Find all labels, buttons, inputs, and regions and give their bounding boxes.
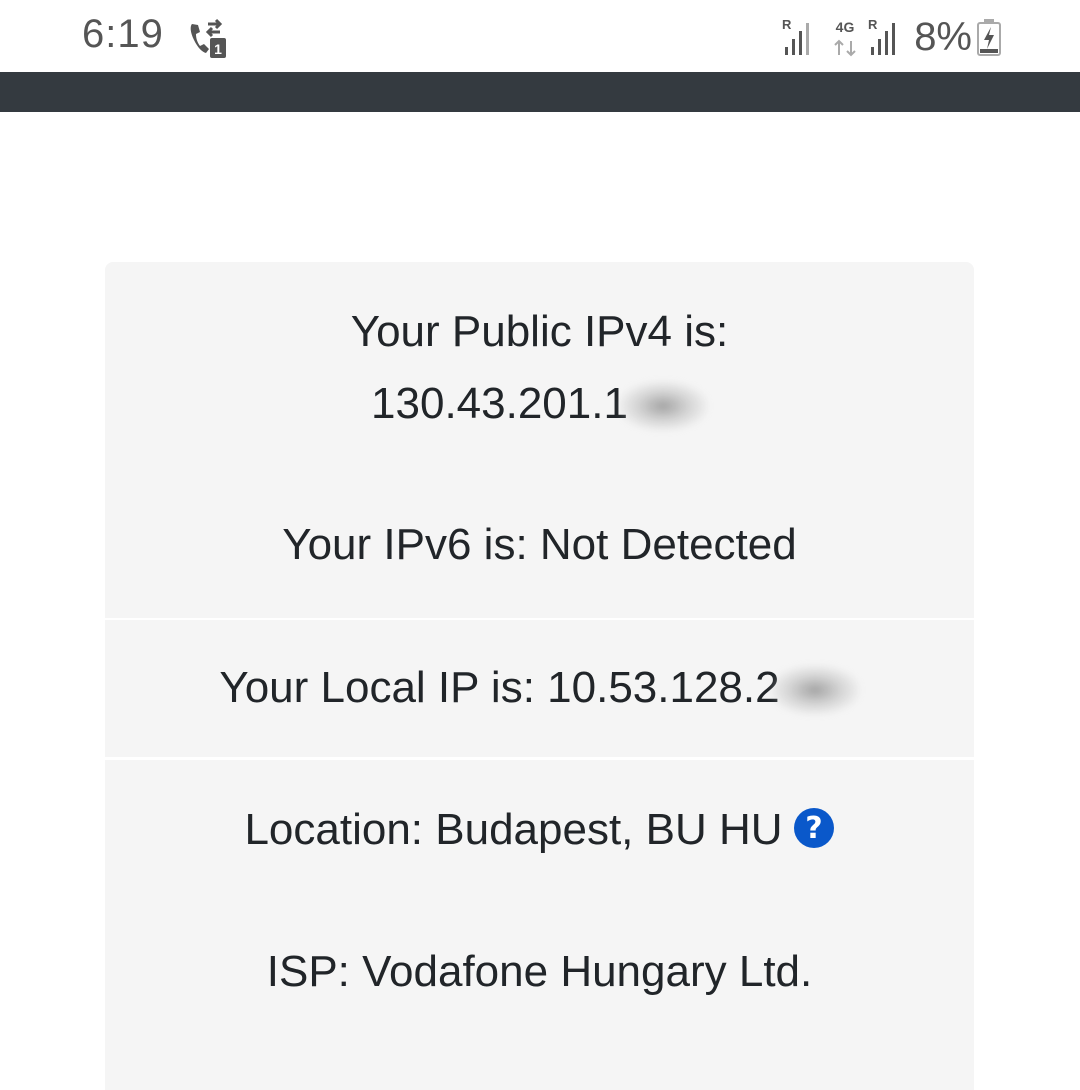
svg-text:4G: 4G [836,19,855,35]
status-icons: R 4G R 8% [776,14,1002,60]
ipv4-row: 130.43.201.1 [105,368,974,440]
ip-info-card: Your Public IPv4 is: 130.43.201.1 Your I… [105,262,974,618]
network-4g-icon: 4G [834,19,856,57]
signal-icon: R [868,17,896,55]
ipv4-value: 130.43.201.1 [371,379,628,428]
svg-text:R: R [782,17,792,32]
location-card: Location: Budapest, BU HU ? ISP: Vodafon… [105,760,974,1090]
ipv4-label: Your Public IPv4 is: [350,307,729,356]
status-bar: 6:19 1 R 4G R 8% [0,0,1080,72]
ipv6-text: Your IPv6 is: Not Detected [282,520,797,569]
redacted-blur [617,381,708,432]
battery-charging-icon [977,19,1001,56]
location-row: Location: Budapest, BU HU ? [105,794,974,866]
local-ip-text: Your Local IP is: 10.53.128.2 [219,663,780,712]
local-ip-row: Your Local IP is: 10.53.128.2 [105,652,974,724]
local-ip-card: Your Local IP is: 10.53.128.2 [105,620,974,757]
redacted-blur [769,665,860,716]
svg-text:?: ? [805,811,822,846]
question-circle-icon[interactable]: ? [793,807,835,849]
signal-icon: R [782,17,810,55]
svg-text:1: 1 [214,41,222,57]
location-text: Location: Budapest, BU HU [244,805,783,854]
top-nav-bar [0,72,1080,112]
status-time: 6:19 [82,12,164,56]
svg-text:R: R [868,17,878,32]
battery-percent: 8% [914,14,972,59]
isp-text: ISP: Vodafone Hungary Ltd. [266,947,813,996]
call-forward-sim1-icon: 1 [190,18,226,58]
